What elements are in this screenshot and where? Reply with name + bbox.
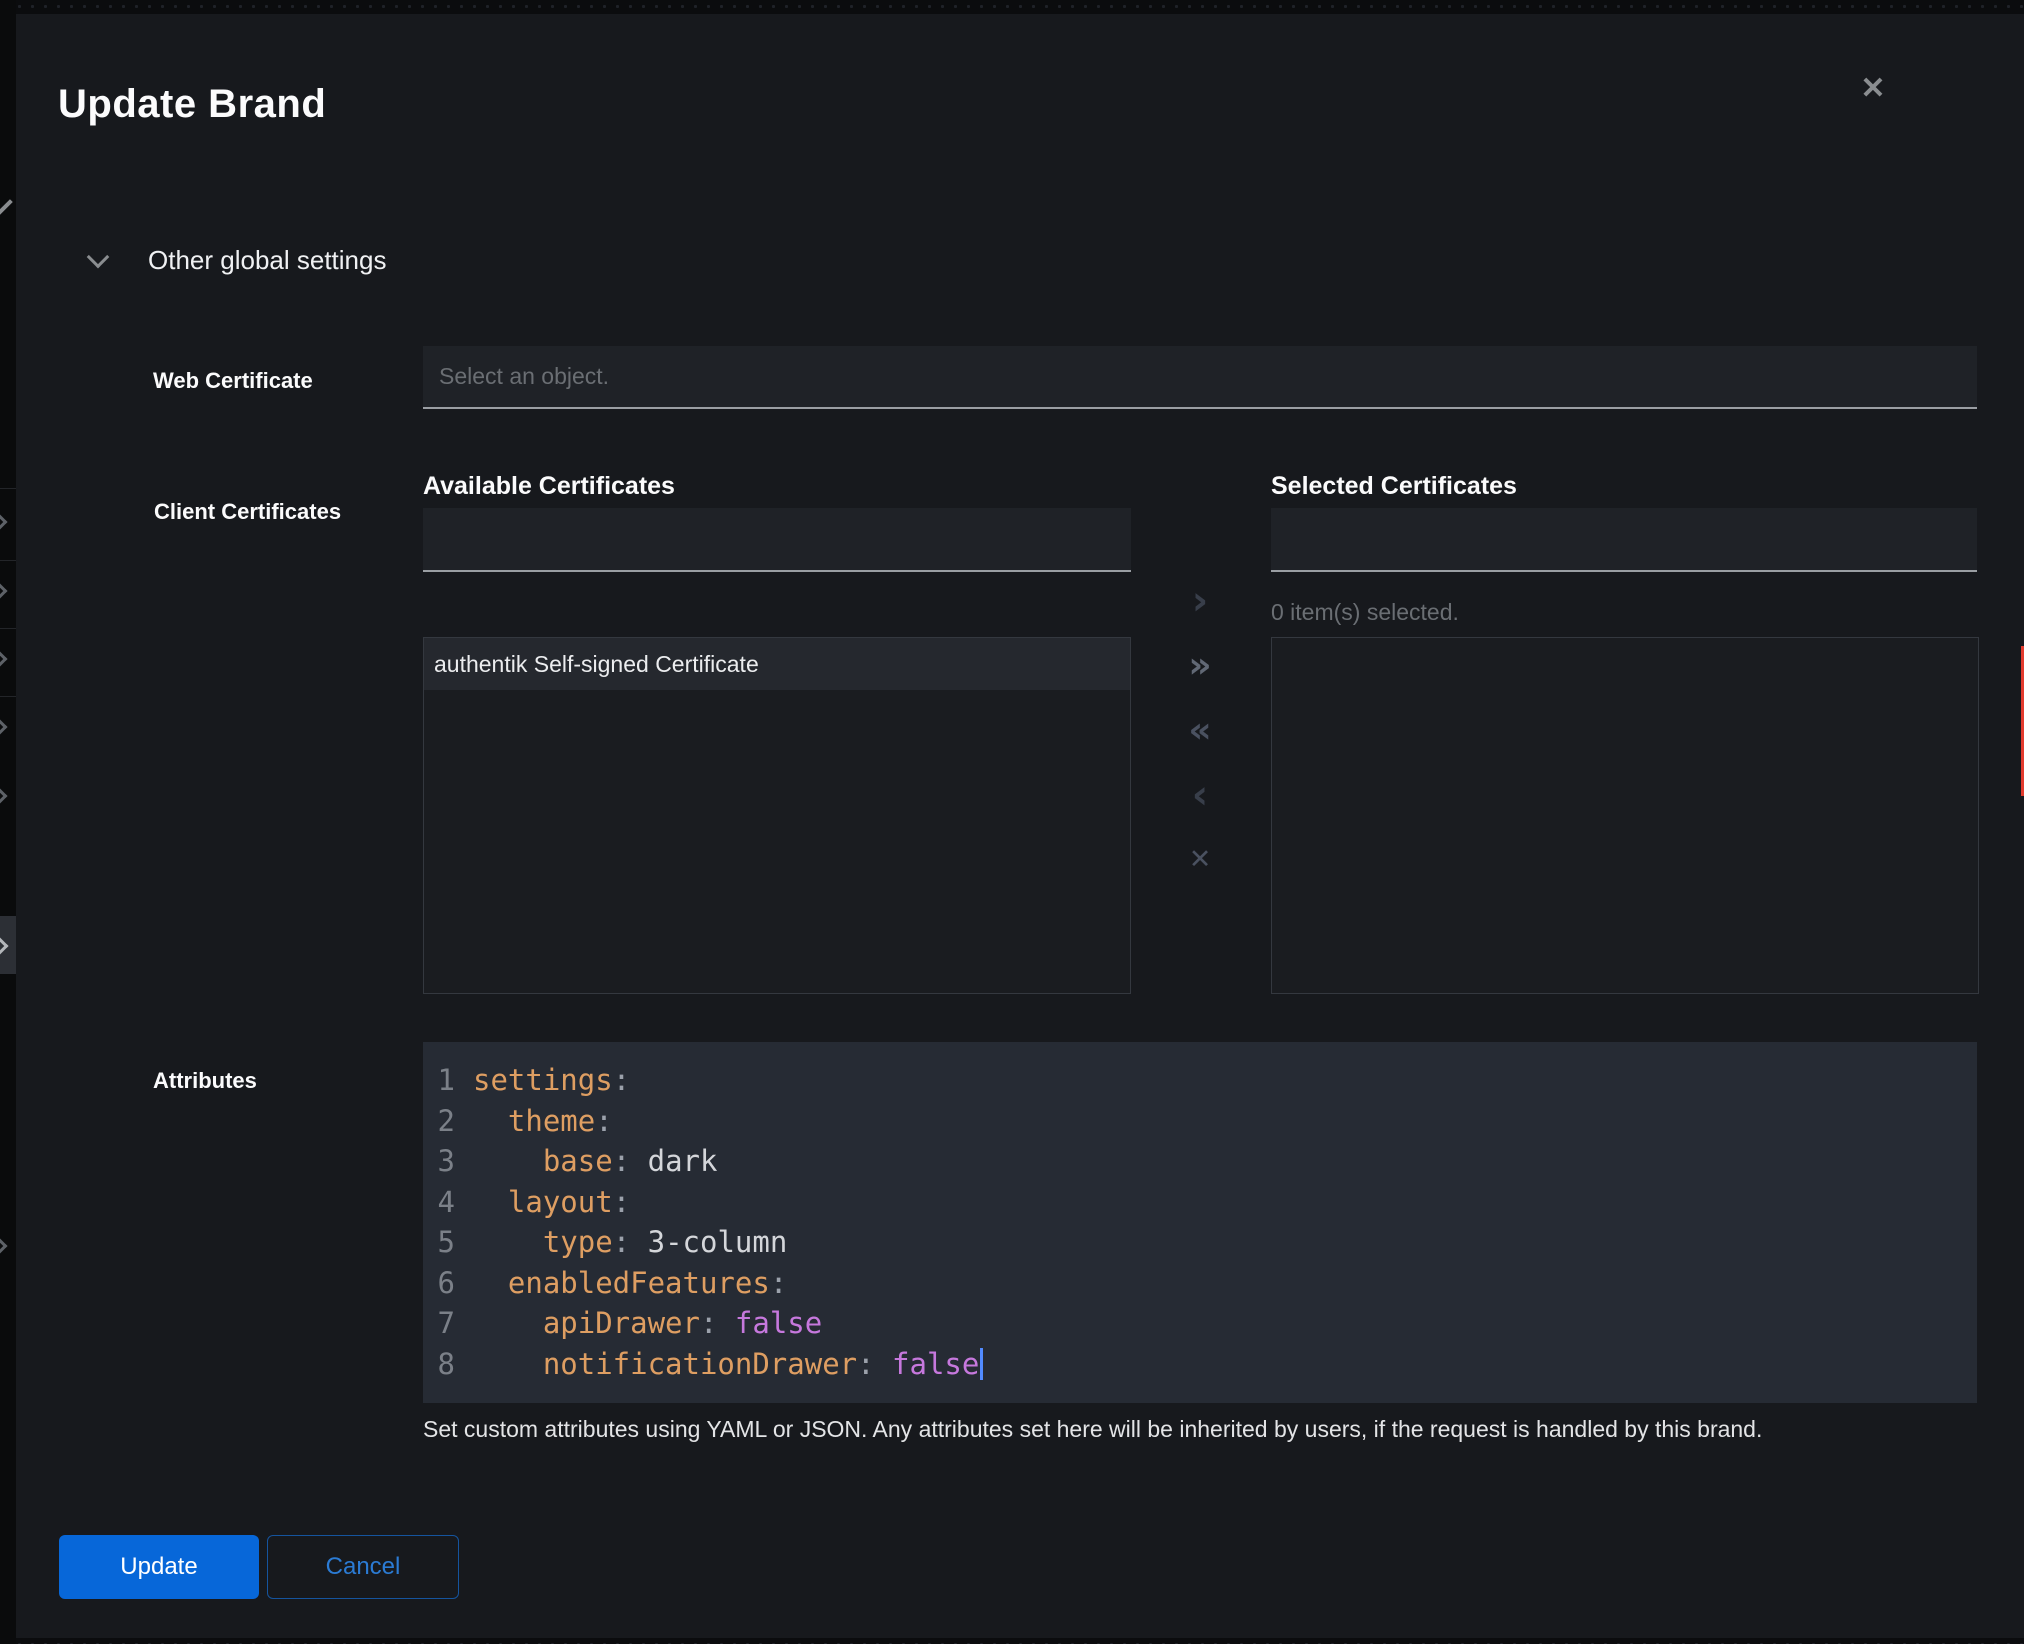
nav-check-icon	[0, 199, 13, 215]
attributes-help-text: Set custom attributes using YAML or JSON…	[423, 1416, 1762, 1443]
nav-active-item	[0, 916, 16, 974]
move-all-right-button[interactable]: »	[1182, 648, 1218, 684]
code-line: 8 notificationDrawer: false	[435, 1344, 1977, 1385]
attributes-code-editor[interactable]: 1settings:2 theme:3 base: dark4 layout:5…	[423, 1042, 1977, 1403]
available-search-input[interactable]	[423, 508, 1131, 572]
code-line: 4 layout:	[435, 1182, 1977, 1223]
chevron-right-icon	[0, 651, 7, 668]
section-label: Other global settings	[148, 245, 386, 276]
web-certificate-label: Web Certificate	[153, 368, 313, 394]
chevron-down-icon	[87, 245, 110, 268]
collapsed-nav-sidebar	[0, 0, 16, 1644]
text-caret	[980, 1348, 983, 1380]
move-selected-right-button[interactable]: ›	[1182, 583, 1218, 619]
code-line: 1settings:	[435, 1060, 1977, 1101]
code-line: 3 base: dark	[435, 1141, 1977, 1182]
dual-list-transfer-controls: › » « ‹ ✕	[1182, 583, 1218, 878]
selected-search-input[interactable]	[1271, 508, 1977, 572]
web-certificate-input[interactable]	[423, 346, 1977, 409]
update-button[interactable]: Update	[59, 1535, 259, 1599]
section-toggle-other-global-settings[interactable]: Other global settings	[90, 238, 386, 282]
client-certificates-label: Client Certificates	[154, 499, 341, 525]
move-selected-left-button[interactable]: ‹	[1182, 777, 1218, 813]
chevron-right-icon	[0, 514, 7, 531]
attributes-label: Attributes	[153, 1068, 257, 1094]
move-all-left-button[interactable]: «	[1182, 713, 1218, 749]
chevron-right-icon	[0, 1238, 7, 1255]
clear-selection-button[interactable]: ✕	[1182, 842, 1218, 878]
certificate-list-item[interactable]: authentik Self-signed Certificate	[424, 638, 1130, 690]
available-certificates-header: Available Certificates	[423, 472, 675, 501]
code-line: 6 enabledFeatures:	[435, 1263, 1977, 1304]
selected-count-status: 0 item(s) selected.	[1271, 599, 1459, 626]
code-line: 7 apiDrawer: false	[435, 1303, 1977, 1344]
cancel-button[interactable]: Cancel	[267, 1535, 459, 1599]
chevron-right-icon	[0, 719, 7, 736]
app-background: Update Brand ✕ Other global settings Web…	[0, 0, 2024, 1644]
selected-certificates-header: Selected Certificates	[1271, 472, 1517, 501]
close-icon[interactable]: ✕	[1852, 68, 1894, 110]
chevron-right-icon	[0, 788, 7, 805]
chevron-right-icon	[0, 938, 8, 955]
chevron-right-icon	[0, 583, 7, 600]
page-title: Update Brand	[58, 78, 326, 130]
update-brand-modal: Update Brand ✕ Other global settings Web…	[16, 14, 2024, 1638]
available-certificates-list: authentik Self-signed Certificate	[423, 637, 1131, 994]
code-line: 5 type: 3-column	[435, 1222, 1977, 1263]
code-line: 2 theme:	[435, 1101, 1977, 1142]
selected-certificates-list	[1271, 637, 1979, 994]
